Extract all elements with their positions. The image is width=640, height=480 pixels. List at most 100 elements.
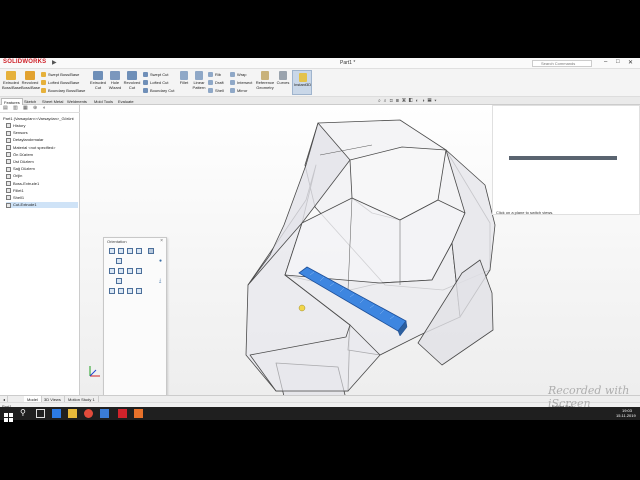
curves-icon	[279, 71, 287, 80]
close-icon[interactable]: ×	[160, 238, 163, 244]
draft-button[interactable]: Draft	[208, 80, 224, 86]
recorder-app-icon[interactable]	[134, 409, 143, 418]
pin-icon[interactable]: ●	[159, 258, 162, 264]
view-isometric-icon[interactable]	[109, 268, 115, 274]
fillet-button[interactable]: Fillet	[178, 71, 190, 86]
boundary-boss-button[interactable]: Boundary Boss/Base	[41, 88, 85, 94]
revolved-cut-button[interactable]: Revolved Cut	[123, 71, 141, 90]
screen: SOLIDWORKS ▶ Part1 * ⌕ Search Commands –…	[0, 0, 640, 480]
view-two-vertical-icon[interactable]	[127, 288, 133, 294]
curves-button[interactable]: Curves	[276, 71, 290, 86]
lofted-boss-button[interactable]: Lofted Boss/Base	[41, 80, 80, 86]
chrome-icon[interactable]	[84, 409, 93, 418]
tree-item[interactable]: Fillet1	[6, 188, 24, 194]
tree-panel-tabs[interactable]: ▤ ▥ ▦ ⊕ ◐	[0, 105, 80, 113]
lofted-boss-label: Lofted Boss/Base	[48, 80, 80, 85]
view-bottom-icon[interactable]	[136, 268, 142, 274]
tree-item[interactable]: Sensors	[6, 130, 28, 136]
tree-item-icon	[6, 145, 11, 151]
draft-icon	[208, 80, 213, 86]
edge-browser-icon[interactable]	[52, 409, 61, 418]
update-view-icon[interactable]: ⤓	[159, 278, 161, 284]
tab-mold-tools[interactable]: Mold Tools	[92, 98, 115, 105]
search-icon[interactable]: ⚲	[20, 408, 29, 417]
tab-features[interactable]: Features	[1, 98, 23, 105]
rib-button[interactable]: Rib	[208, 72, 222, 78]
extruded-boss-label: Extruded Boss/Base	[2, 80, 22, 90]
tree-item[interactable]: Shell1	[6, 195, 25, 201]
view-four-icon[interactable]	[136, 288, 142, 294]
close-icon[interactable]: ✕	[628, 59, 633, 66]
tree-item-icon	[6, 173, 11, 179]
swept-cut-button[interactable]: Swept Cut	[143, 72, 168, 78]
tree-item-label: Üst Düzlem	[13, 159, 34, 164]
dimxpert-icon[interactable]: ⊕	[33, 105, 37, 111]
taskbar: ⚲ 19:03 15.11.2019	[0, 407, 640, 422]
view-selector-icon[interactable]	[148, 248, 154, 254]
tree-item-label: Shell1	[13, 195, 25, 200]
instant3d-button[interactable]: Instant3D	[292, 70, 312, 95]
tab-sketch[interactable]: Sketch	[22, 98, 38, 105]
view-left-icon[interactable]	[127, 248, 133, 254]
tree-item[interactable]: Boss-Extrude1	[6, 181, 39, 187]
view-front-icon[interactable]	[109, 248, 115, 254]
view-dimetric-icon[interactable]	[118, 268, 124, 274]
swept-boss-button[interactable]: Swept Boss/Base	[41, 72, 79, 78]
clock-date: 15.11.2019	[616, 413, 636, 418]
shell-label: Shell	[215, 88, 224, 93]
recorder-watermark: Recorded with iScreen	[548, 384, 630, 410]
menu-expand-icon[interactable]: ▶	[52, 59, 57, 66]
tab-sheet-metal[interactable]: Sheet Metal	[40, 98, 65, 105]
task-view-icon[interactable]	[36, 409, 45, 418]
view-preview-panel[interactable]: Click on a plane to switch views.	[492, 105, 640, 215]
view-two-horizontal-icon[interactable]	[118, 288, 124, 294]
view-right-icon[interactable]	[136, 248, 142, 254]
reference-geometry-icon	[261, 71, 269, 80]
tree-item[interactable]: Sağ Düzlem	[6, 166, 35, 172]
revolved-boss-button[interactable]: Revolved Boss/Base	[21, 71, 40, 90]
file-explorer-icon[interactable]	[68, 409, 77, 418]
search-commands-input[interactable]: Search Commands	[532, 60, 592, 67]
solidworks-taskbar-icon[interactable]	[118, 409, 127, 418]
rib-label: Rib	[215, 72, 222, 77]
intersect-label: Intersect	[237, 80, 253, 85]
tree-item[interactable]: Detaylandırmalar	[6, 137, 43, 143]
extruded-cut-button[interactable]: Extruded Cut	[89, 71, 107, 90]
view-trimetric-icon[interactable]	[127, 268, 133, 274]
heads-up-view-toolbar[interactable]: ⌕⌕⊡⊞▣◧◐◑▦▾	[378, 98, 440, 104]
linear-pattern-button[interactable]: Linear Pattern	[191, 71, 207, 90]
windows-start-icon[interactable]	[4, 409, 13, 422]
display-manager-icon[interactable]: ◐	[43, 105, 46, 111]
view-single-icon[interactable]	[109, 288, 115, 294]
tab-weldments[interactable]: Weldments	[65, 98, 89, 105]
intersect-button[interactable]: Intersect	[230, 80, 253, 86]
view-normal-to-icon[interactable]	[116, 278, 122, 284]
tree-item[interactable]: Cut-Extrude1	[6, 202, 78, 208]
lofted-cut-button[interactable]: Lofted Cut	[143, 80, 168, 86]
reference-geometry-button[interactable]: Reference Geometry	[255, 71, 275, 90]
maximize-icon[interactable]: □	[616, 59, 620, 65]
store-icon[interactable]	[100, 409, 109, 418]
boundary-cut-button[interactable]: Boundary Cut	[143, 88, 174, 94]
tab-evaluate[interactable]: Evaluate	[116, 98, 136, 105]
orientation-dialog[interactable]: Orientation × ● ⤓	[103, 237, 167, 415]
property-manager-icon[interactable]: ▥	[13, 105, 18, 111]
shell-button[interactable]: Shell	[208, 88, 224, 94]
hole-wizard-button[interactable]: Hole Wizard	[107, 71, 123, 90]
view-back-icon[interactable]	[118, 248, 124, 254]
tree-item[interactable]: Material <not specified>	[6, 145, 55, 151]
feature-manager-icon[interactable]: ▤	[3, 105, 8, 111]
mirror-button[interactable]: Mirror	[230, 88, 247, 94]
coordinate-triad-icon	[89, 366, 100, 377]
tree-root-part[interactable]: Part1 (Varsayılan<<Varsayılan>_Görünt	[3, 116, 79, 121]
tree-item[interactable]: Orijin	[6, 173, 22, 179]
tree-item[interactable]: Ön Düzlem	[6, 152, 33, 158]
wrap-button[interactable]: Wrap	[230, 72, 246, 78]
instant3d-group: Instant3D	[294, 73, 311, 88]
extruded-boss-button[interactable]: Extruded Boss/Base	[2, 71, 22, 90]
minimize-icon[interactable]: –	[604, 59, 607, 65]
configuration-manager-icon[interactable]: ▦	[23, 105, 28, 111]
view-top-icon[interactable]	[116, 258, 122, 264]
tree-item[interactable]: Üst Düzlem	[6, 159, 34, 165]
tree-item[interactable]: History	[6, 123, 25, 129]
